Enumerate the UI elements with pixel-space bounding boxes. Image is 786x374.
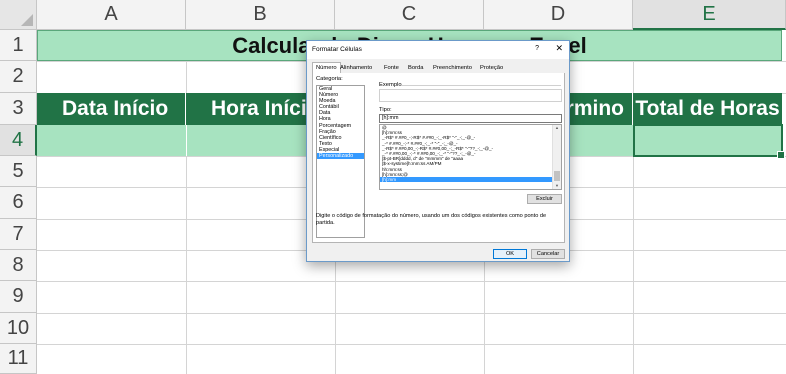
scroll-down-icon[interactable]: ▼ — [553, 183, 561, 189]
tab-alinhamento[interactable]: Alinhamento — [337, 63, 375, 73]
select-all-triangle-icon — [21, 14, 33, 26]
column-header-b[interactable]: B — [186, 0, 335, 30]
row-header-11[interactable]: 11 — [0, 344, 37, 374]
row-header-2[interactable]: 2 — [0, 61, 37, 93]
example-preview — [379, 89, 562, 102]
gridline — [37, 344, 786, 345]
format-code-items: @ [h]:mm:ss _-R$* #.##0_-;-R$* #.##0_-;_… — [380, 125, 553, 189]
ok-button[interactable]: OK — [493, 249, 527, 259]
column-header-d[interactable]: D — [484, 0, 633, 30]
row-header-5[interactable]: 5 — [0, 156, 37, 187]
select-all-corner[interactable] — [0, 0, 37, 30]
example-divider — [401, 85, 561, 86]
example-label: Exemplo — [379, 82, 402, 88]
scroll-up-icon[interactable]: ▲ — [553, 125, 561, 131]
column-header-e[interactable]: E — [633, 0, 786, 30]
format-cells-dialog: Formatar Células ? ✕ Número Alinhamento … — [306, 40, 570, 262]
delete-button[interactable]: Excluir — [527, 194, 562, 204]
format-code-list[interactable]: @ [h]:mm:ss _-R$* #.##0_-;-R$* #.##0_-;_… — [379, 124, 562, 190]
row-header-9[interactable]: 9 — [0, 281, 37, 313]
close-icon[interactable]: ✕ — [555, 43, 563, 54]
cancel-button[interactable]: Cancelar — [531, 249, 565, 259]
help-icon[interactable]: ? — [535, 45, 539, 52]
type-input[interactable]: [h]:mm — [379, 114, 562, 123]
dialog-title: Formatar Células — [312, 46, 362, 53]
column-header-a[interactable]: A — [37, 0, 186, 30]
row-header-7[interactable]: 7 — [0, 219, 37, 250]
scroll-thumb[interactable] — [554, 171, 560, 181]
tab-borda[interactable]: Borda — [405, 63, 426, 73]
tab-fonte[interactable]: Fonte — [381, 63, 402, 73]
row-header-1[interactable]: 1 — [0, 30, 37, 61]
format-list-scrollbar[interactable]: ▲ ▼ — [552, 125, 561, 189]
gridline — [37, 313, 786, 314]
row-header-6[interactable]: 6 — [0, 187, 37, 219]
fill-handle[interactable] — [777, 151, 785, 159]
row-header-10[interactable]: 10 — [0, 313, 37, 344]
gridline — [186, 30, 187, 374]
row-header-8[interactable]: 8 — [0, 250, 37, 281]
cell-divider — [186, 125, 187, 156]
header-cell-total-horas[interactable]: Total de Horas — [633, 93, 782, 125]
gridline — [633, 30, 634, 374]
type-label: Tipo: — [379, 107, 392, 113]
tab-protecao[interactable]: Proteção — [477, 63, 506, 73]
category-item-selected[interactable]: Personalizado — [317, 153, 364, 160]
dialog-titlebar[interactable]: Formatar Células ? ✕ — [307, 41, 569, 59]
tab-preenchimento[interactable]: Preenchimento — [430, 63, 475, 73]
header-cell-data-inicio[interactable]: Data Início — [37, 93, 186, 125]
selected-cell-e4[interactable] — [633, 124, 785, 159]
format-code-item-selected[interactable]: [h]:mm — [380, 176, 553, 183]
column-header-c[interactable]: C — [335, 0, 484, 30]
row-header-4[interactable]: 4 — [0, 125, 37, 156]
row-header-3[interactable]: 3 — [0, 93, 37, 125]
category-label: Categoria: — [316, 76, 343, 82]
gridline — [37, 281, 786, 282]
format-help-text: Digite o código de formatação do número,… — [316, 213, 547, 226]
